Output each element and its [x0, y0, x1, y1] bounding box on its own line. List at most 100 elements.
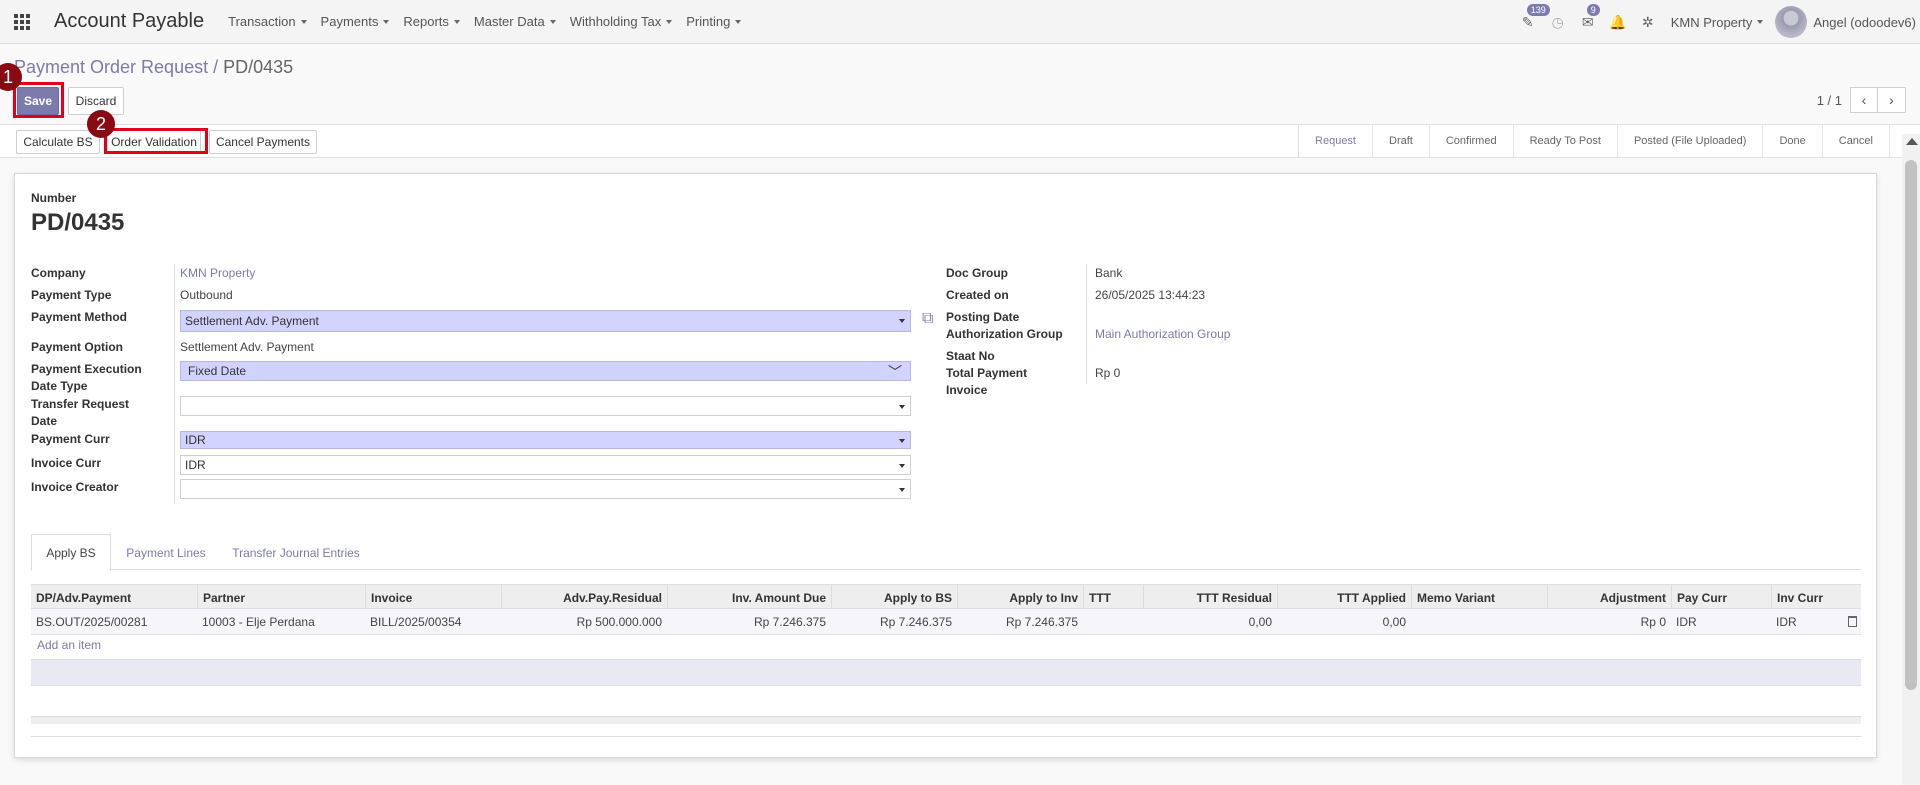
col-inv-amount-due[interactable]: Inv. Amount Due	[667, 585, 831, 610]
menu-payments[interactable]: Payments	[321, 14, 390, 29]
col-invoice[interactable]: Invoice	[365, 585, 501, 610]
invoice-curr-select[interactable]: IDR	[180, 455, 911, 475]
auth-group-value[interactable]: Main Authorization Group	[1095, 326, 1230, 343]
company-label: Company	[31, 266, 86, 280]
col-ttt[interactable]: TTT	[1083, 585, 1143, 610]
table-footer	[31, 716, 1861, 724]
top-navbar: Account Payable Transaction Payments Rep…	[0, 0, 1920, 44]
company-value[interactable]: KMN Property	[180, 265, 255, 282]
menu-withholding-tax[interactable]: Withholding Tax	[570, 14, 673, 29]
created-on-value: 26/05/2025 13:44:23	[1095, 288, 1206, 302]
menu-transaction[interactable]: Transaction	[228, 14, 307, 29]
order-validation-highlight-box	[104, 128, 208, 154]
dropdown-caret-icon	[899, 319, 905, 323]
transfer-request-date-select[interactable]	[180, 396, 911, 416]
user-menu[interactable]: Angel (odoodev6)	[1813, 15, 1916, 30]
activity-icon[interactable]: ✎ 139	[1513, 0, 1550, 44]
menu-reports[interactable]: Reports	[403, 14, 460, 29]
company-switcher[interactable]: KMN Property	[1671, 15, 1764, 30]
form-sheet: Number PD/0435 Company Payment Type Paym…	[14, 173, 1877, 758]
tab-transfer-journal-entries[interactable]: Transfer Journal Entries	[221, 534, 371, 571]
col-dp-adv-payment[interactable]: DP/Adv.Payment	[31, 585, 197, 610]
bell-icon[interactable]: 🔔	[1603, 0, 1633, 44]
delete-row-icon[interactable]	[1848, 616, 1857, 627]
stage-posted[interactable]: Posted (File Uploaded)	[1618, 125, 1764, 157]
save-highlight-box	[13, 82, 64, 118]
chat-icon[interactable]: ✉ 9	[1573, 0, 1603, 44]
status-stages: Request Draft Confirmed Ready To Post Po…	[1298, 125, 1890, 157]
caret-down-icon	[300, 19, 307, 24]
stage-done[interactable]: Done	[1763, 125, 1823, 157]
stage-request[interactable]: Request	[1299, 125, 1373, 157]
cell-dp-adv-payment: BS.OUT/2025/00281	[36, 615, 148, 629]
breadcrumb: Payment Order Request / PD/0435	[14, 57, 293, 78]
apps-menu-icon[interactable]	[0, 0, 44, 44]
cell-inv-amount-due: Rp 7.246.375	[753, 615, 826, 629]
add-item-link[interactable]: Add an item	[37, 638, 101, 652]
payment-type-value: Outbound	[180, 288, 233, 302]
col-adv-pay-residual[interactable]: Adv.Pay.Residual	[501, 585, 667, 610]
col-apply-to-bs[interactable]: Apply to BS	[831, 585, 957, 610]
table-row[interactable]: BS.OUT/2025/00281 10003 - Elje Perdana B…	[31, 609, 1861, 635]
col-inv-curr[interactable]: Inv Curr	[1771, 585, 1841, 610]
external-link-icon[interactable]: ⧉	[922, 310, 933, 328]
breadcrumb-current: PD/0435	[223, 57, 294, 77]
table-header: DP/Adv.Payment Partner Invoice Adv.Pay.R…	[31, 584, 1861, 610]
tab-payment-lines[interactable]: Payment Lines	[111, 534, 221, 571]
transfer-request-date-label: Transfer Request Date	[31, 397, 130, 428]
col-adjustment[interactable]: Adjustment	[1547, 585, 1671, 610]
scroll-thumb[interactable]	[1905, 160, 1917, 690]
chevron-down-icon: ﹀	[888, 364, 902, 380]
col-partner[interactable]: Partner	[197, 585, 365, 610]
dropdown-caret-icon	[899, 464, 905, 468]
stage-draft[interactable]: Draft	[1373, 125, 1430, 157]
payment-curr-label: Payment Curr	[31, 432, 110, 446]
user-avatar[interactable]	[1775, 6, 1808, 38]
stage-confirmed[interactable]: Confirmed	[1430, 125, 1514, 157]
debug-bug-icon[interactable]: ✲	[1633, 0, 1663, 44]
table-empty-row	[31, 659, 1861, 686]
pager-previous-button[interactable]: ‹	[1850, 87, 1878, 113]
record-number: PD/0435	[31, 209, 125, 236]
dropdown-caret-icon	[899, 439, 905, 443]
payment-method-select[interactable]: Settlement Adv. Payment	[180, 310, 911, 332]
menu-printing[interactable]: Printing	[686, 14, 742, 29]
col-apply-to-inv[interactable]: Apply to Inv	[957, 585, 1083, 610]
pager-value: 1 / 1	[1816, 92, 1842, 108]
stage-cancel[interactable]: Cancel	[1823, 125, 1890, 157]
page-scrollbar[interactable]	[1902, 134, 1920, 785]
apply-bs-table: DP/Adv.Payment Partner Invoice Adv.Pay.R…	[31, 584, 1861, 737]
col-ttt-applied[interactable]: TTT Applied	[1277, 585, 1411, 610]
total-payment-value: Rp 0	[1095, 366, 1121, 380]
cancel-payments-button[interactable]: Cancel Payments	[209, 130, 317, 154]
scroll-up-icon[interactable]	[1906, 138, 1918, 145]
menu-master-data[interactable]: Master Data	[474, 14, 556, 29]
left-group-divider	[174, 264, 175, 504]
cell-adv-pay-residual: Rp 500.000.000	[576, 615, 662, 629]
payment-option-value: Settlement Adv. Payment	[180, 340, 314, 354]
caret-down-icon	[383, 19, 390, 24]
invoice-creator-select[interactable]	[180, 479, 911, 499]
doc-group-value: Bank	[1095, 266, 1123, 280]
col-pay-curr[interactable]: Pay Curr	[1671, 585, 1771, 610]
caret-down-icon	[453, 19, 460, 24]
payment-option-label: Payment Option	[31, 340, 124, 354]
calculate-bs-button[interactable]: Calculate BS	[16, 130, 100, 154]
payment-method-label: Payment Method	[31, 310, 128, 324]
pager-next-button[interactable]: ›	[1878, 87, 1906, 113]
clock-icon[interactable]: ◷	[1543, 0, 1573, 44]
breadcrumb-parent[interactable]: Payment Order Request	[14, 57, 208, 77]
payment-curr-select[interactable]: IDR	[180, 431, 911, 449]
pager: 1 / 1 ‹ ›	[1817, 87, 1906, 113]
number-label: Number	[31, 191, 77, 205]
invoice-curr-label: Invoice Curr	[31, 456, 102, 470]
tab-apply-bs[interactable]: Apply BS	[31, 534, 111, 571]
exec-date-type-select[interactable]: Fixed Date ﹀	[180, 361, 911, 381]
col-ttt-residual[interactable]: TTT Residual	[1143, 585, 1277, 610]
caret-down-icon	[549, 19, 556, 24]
caret-down-icon	[1757, 20, 1764, 24]
col-memo-variant[interactable]: Memo Variant	[1411, 585, 1547, 610]
stage-ready-to-post[interactable]: Ready To Post	[1514, 125, 1618, 157]
payment-type-label: Payment Type	[31, 288, 112, 302]
total-payment-label: Total Payment Invoice	[946, 366, 1028, 397]
